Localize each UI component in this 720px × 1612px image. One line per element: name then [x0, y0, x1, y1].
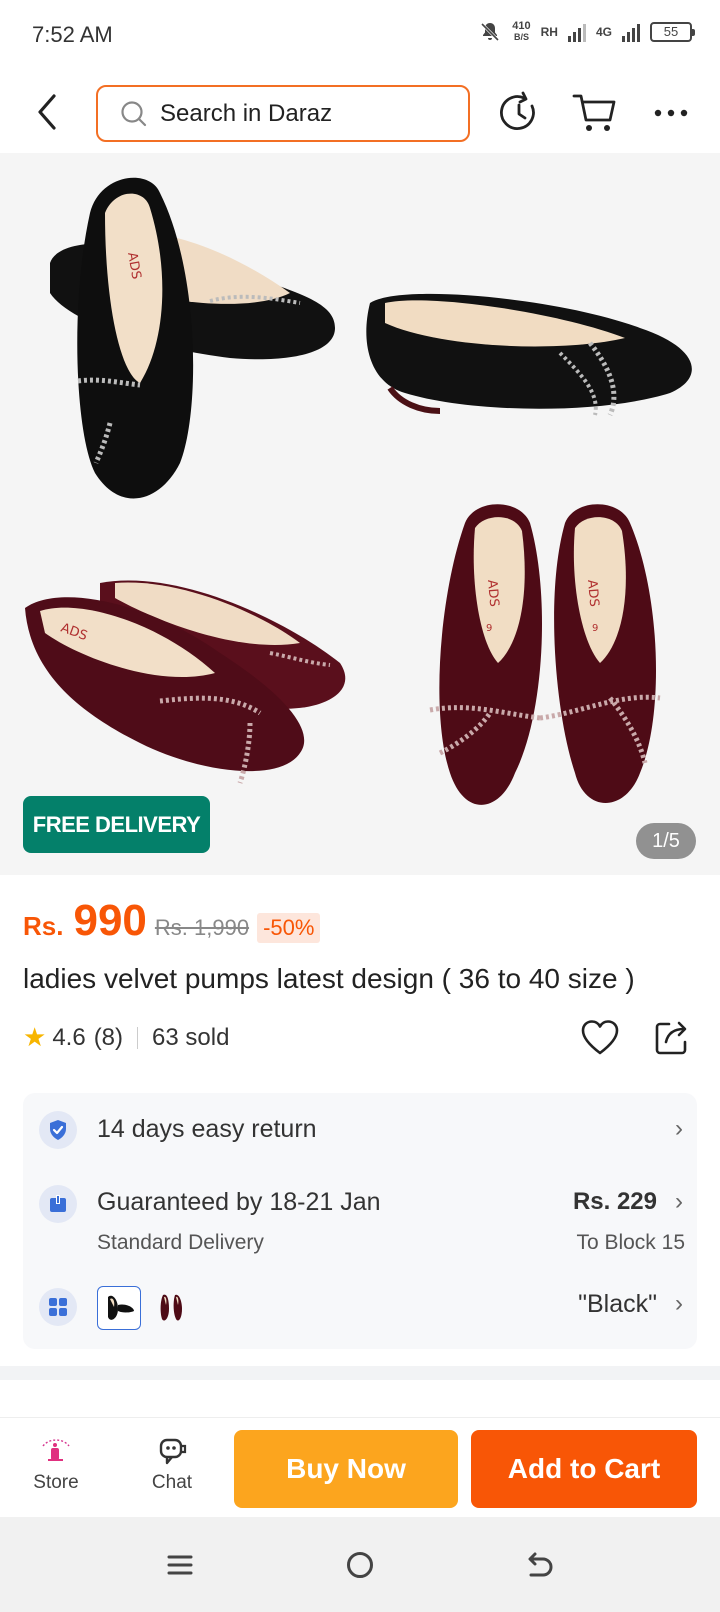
variant-swatch-maroon[interactable] [149, 1286, 193, 1330]
buy-now-button[interactable]: Buy Now [234, 1430, 458, 1508]
product-image: ADS ADS ADS ADS 9 9 [0, 153, 720, 875]
variant-swatch-black[interactable] [97, 1286, 141, 1330]
selected-variant: "Black" [578, 1290, 657, 1318]
image-counter: 1/5 [636, 823, 696, 859]
current-price: 990 [73, 896, 147, 945]
mute-notifications-icon [481, 22, 500, 42]
search-icon [121, 100, 147, 126]
share-icon [655, 1021, 687, 1055]
status-time: 7:52 AM [32, 22, 113, 47]
history-icon [500, 91, 535, 130]
rating-row[interactable]: ★ 4.6 (8) 63 sold [23, 1022, 229, 1053]
back-button[interactable] [30, 90, 66, 134]
net-speed: 410 B/S [512, 20, 531, 43]
more-options-button[interactable] [650, 90, 696, 136]
signal-icon [567, 24, 586, 42]
sold-count: 63 sold [152, 1023, 230, 1051]
network-type: 4G [595, 25, 612, 39]
product-image-gallery[interactable]: ADS ADS ADS ADS 9 9 [0, 153, 720, 875]
search-box[interactable] [96, 85, 470, 142]
status-icons: 410 B/S RH 4G 55 [478, 20, 695, 44]
rating-value: 4.6 [52, 1023, 86, 1051]
store-logo-icon [42, 1439, 70, 1461]
delivery-box-icon [39, 1185, 77, 1223]
original-price: Rs. 1,990 [154, 915, 250, 940]
rating-count: (8) [93, 1023, 124, 1051]
back-arrow-icon [528, 1552, 553, 1577]
wishlist-button[interactable] [580, 1018, 620, 1058]
variants-grid-icon [39, 1288, 77, 1326]
search-input[interactable] [160, 99, 440, 128]
chevron-right-icon: › [675, 1188, 683, 1215]
star-icon: ★ [23, 1022, 47, 1052]
product-title: ladies velvet pumps latest design ( 36 t… [23, 963, 635, 994]
status-bar: 7:52 AM 410 B/S RH 4G 55 [0, 0, 720, 72]
maroon-shoe-thumbnail [160, 1294, 182, 1321]
chevron-right-icon: › [675, 1290, 683, 1317]
delivery-price: Rs. 229 [572, 1188, 657, 1215]
carrier-label: RH [540, 25, 558, 39]
chat-label: Chat [151, 1472, 193, 1493]
bottom-action-bar: Store Chat Buy Now Add to Cart [0, 1417, 720, 1517]
add-to-cart-button[interactable]: Add to Cart [471, 1430, 697, 1508]
divider [137, 1026, 139, 1049]
system-back-button[interactable] [520, 1547, 560, 1583]
menu-lines-icon [167, 1555, 193, 1575]
more-dots-icon [654, 109, 688, 117]
price-row: Rs. 990 Rs. 1,990 -50% [23, 896, 321, 946]
store-label: Store [33, 1472, 79, 1493]
history-button[interactable] [496, 90, 542, 136]
chat-button[interactable]: Chat [132, 1434, 212, 1494]
store-button[interactable]: Store [16, 1434, 96, 1494]
heart-icon [581, 1020, 619, 1055]
black-shoe-thumbnail [108, 1295, 134, 1320]
section-divider [0, 1366, 720, 1380]
svg-text:9: 9 [592, 623, 598, 634]
home-button[interactable] [340, 1547, 380, 1583]
top-header [0, 78, 720, 150]
delivery-location: To Block 15 [576, 1231, 685, 1254]
battery-icon: 55 [650, 22, 695, 42]
cart-button[interactable] [572, 90, 618, 136]
chevron-right-icon: › [675, 1115, 683, 1142]
discount-badge: -50% [257, 913, 321, 943]
chat-icon [159, 1438, 187, 1465]
svg-text:ADS: ADS [584, 579, 601, 607]
cart-icon [572, 94, 616, 131]
system-navigation-bar [0, 1517, 720, 1612]
return-text: 14 days easy return [97, 1115, 317, 1143]
home-circle-icon [347, 1552, 373, 1578]
delivery-text: Guaranteed by 18-21 Jan [97, 1188, 381, 1216]
free-delivery-badge: FREE DELIVERY [23, 796, 210, 853]
chevron-left-icon [38, 94, 56, 130]
recent-apps-button[interactable] [160, 1547, 200, 1583]
currency-label: Rs. [23, 911, 64, 941]
shield-check-icon [39, 1111, 77, 1149]
share-button[interactable] [652, 1018, 692, 1058]
delivery-subtext: Standard Delivery [97, 1231, 264, 1254]
signal-icon-2 [622, 24, 640, 42]
svg-text:9: 9 [486, 623, 492, 634]
svg-text:ADS: ADS [484, 579, 501, 607]
